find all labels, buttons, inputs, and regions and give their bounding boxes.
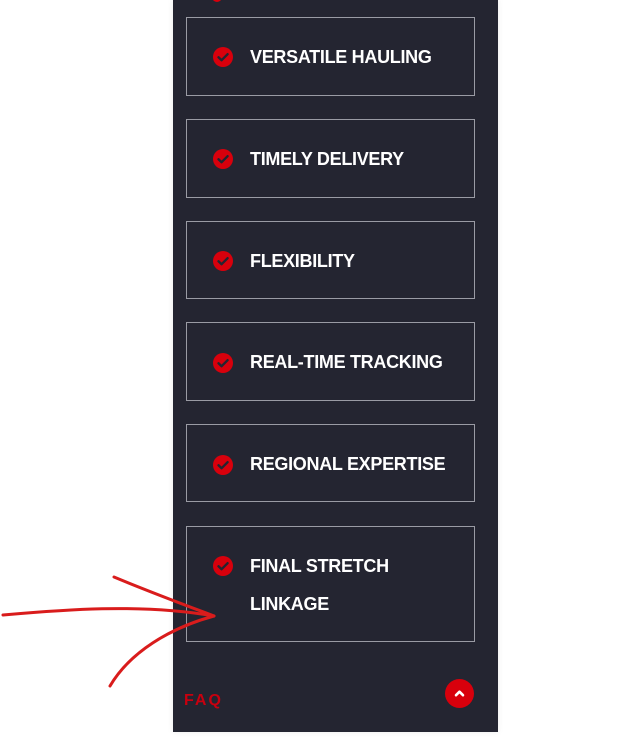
chevron-up-icon	[454, 690, 465, 697]
feature-label: FLEXIBILITY	[250, 251, 355, 271]
feature-label: REAL-TIME TRACKING	[250, 352, 443, 372]
feature-label: REGIONAL EXPERTISE	[250, 454, 446, 474]
feature-label: TIMELY DELIVERY	[250, 149, 404, 169]
check-circle-icon	[213, 251, 233, 271]
check-circle-icon	[213, 47, 233, 67]
page: VERSATILE HAULING TIMELY DELIVERY FLEXIB…	[0, 0, 629, 737]
feature-label: FINAL STRETCH LINKAGE	[250, 556, 389, 614]
feature-item-final-stretch-linkage: FINAL STRETCH LINKAGE	[186, 526, 475, 642]
check-circle-icon	[213, 556, 233, 576]
check-circle-icon	[213, 149, 233, 169]
scroll-to-top-button[interactable]	[445, 679, 474, 708]
faq-link[interactable]: FAQ	[184, 692, 223, 710]
check-circle-icon	[213, 455, 233, 475]
feature-item-timely-delivery: TIMELY DELIVERY	[186, 119, 475, 198]
feature-item-versatile-hauling: VERSATILE HAULING	[186, 17, 475, 96]
check-circle-icon	[213, 353, 233, 373]
feature-item-real-time-tracking: REAL-TIME TRACKING	[186, 322, 475, 401]
feature-item-regional-expertise: REGIONAL EXPERTISE	[186, 424, 475, 502]
feature-item-flexibility: FLEXIBILITY	[186, 221, 475, 299]
feature-label: VERSATILE HAULING	[250, 47, 432, 67]
